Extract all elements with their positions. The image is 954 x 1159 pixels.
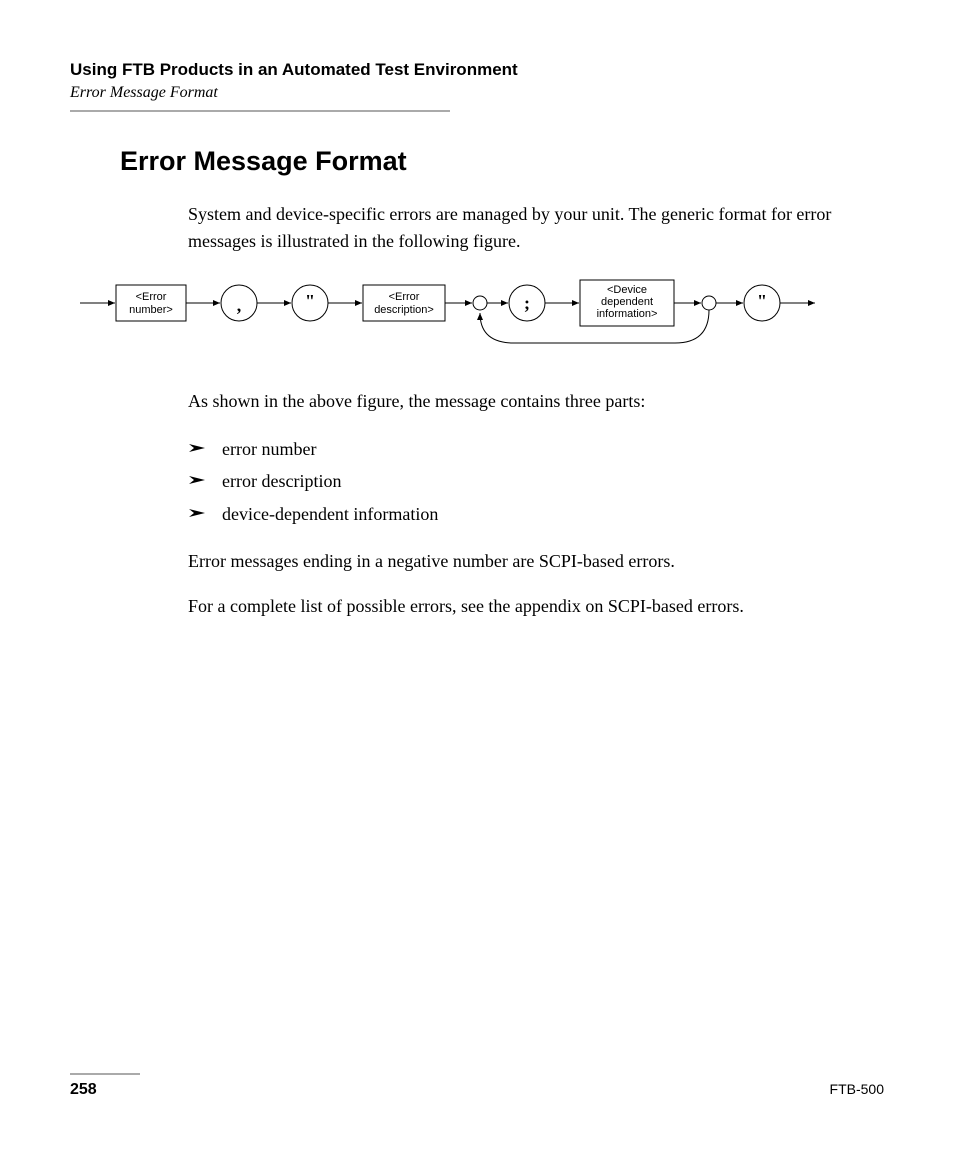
- page-footer: 258 FTB-500: [70, 1073, 884, 1099]
- main-heading: Error Message Format: [120, 146, 884, 177]
- intro-paragraph: System and device-specific errors are ma…: [188, 201, 854, 255]
- svg-text:number>: number>: [129, 304, 173, 316]
- bullet-arrow-icon: [188, 507, 208, 519]
- comma-symbol: ,: [237, 295, 242, 315]
- semicolon-symbol: ;: [524, 293, 530, 313]
- after-diagram-paragraph: As shown in the above figure, the messag…: [188, 388, 854, 415]
- diagram-svg: <Error number> , " <Error description> ;: [80, 273, 900, 363]
- chapter-title: Using FTB Products in an Automated Test …: [70, 60, 884, 80]
- svg-text:<Error: <Error: [389, 291, 420, 303]
- list-item-text: device-dependent information: [222, 498, 438, 530]
- parts-list: error number error description device-de…: [188, 433, 854, 530]
- list-item: error description: [188, 465, 854, 497]
- scpi-paragraph: Error messages ending in a negative numb…: [188, 548, 854, 575]
- svg-text:<Device: <Device: [607, 284, 647, 296]
- section-title: Error Message Format: [70, 84, 884, 102]
- page-number: 258: [70, 1081, 97, 1099]
- appendix-paragraph: For a complete list of possible errors, …: [188, 593, 854, 620]
- quote2-symbol: ": [757, 291, 767, 311]
- list-item-text: error number: [222, 433, 316, 465]
- svg-text:information>: information>: [597, 308, 658, 320]
- svg-text:dependent: dependent: [601, 296, 653, 308]
- svg-text:description>: description>: [374, 304, 434, 316]
- bullet-arrow-icon: [188, 474, 208, 486]
- list-item: device-dependent information: [188, 498, 854, 530]
- header-rule: [70, 110, 450, 112]
- syntax-diagram: <Error number> , " <Error description> ;: [80, 273, 884, 363]
- list-item: error number: [188, 433, 854, 465]
- page: Using FTB Products in an Automated Test …: [0, 0, 954, 1159]
- bullet-arrow-icon: [188, 442, 208, 454]
- model-label: FTB-500: [830, 1081, 884, 1097]
- svg-text:<Error: <Error: [136, 291, 167, 303]
- list-item-text: error description: [222, 465, 341, 497]
- quote1-symbol: ": [305, 291, 315, 311]
- footer-rule: [70, 1073, 140, 1075]
